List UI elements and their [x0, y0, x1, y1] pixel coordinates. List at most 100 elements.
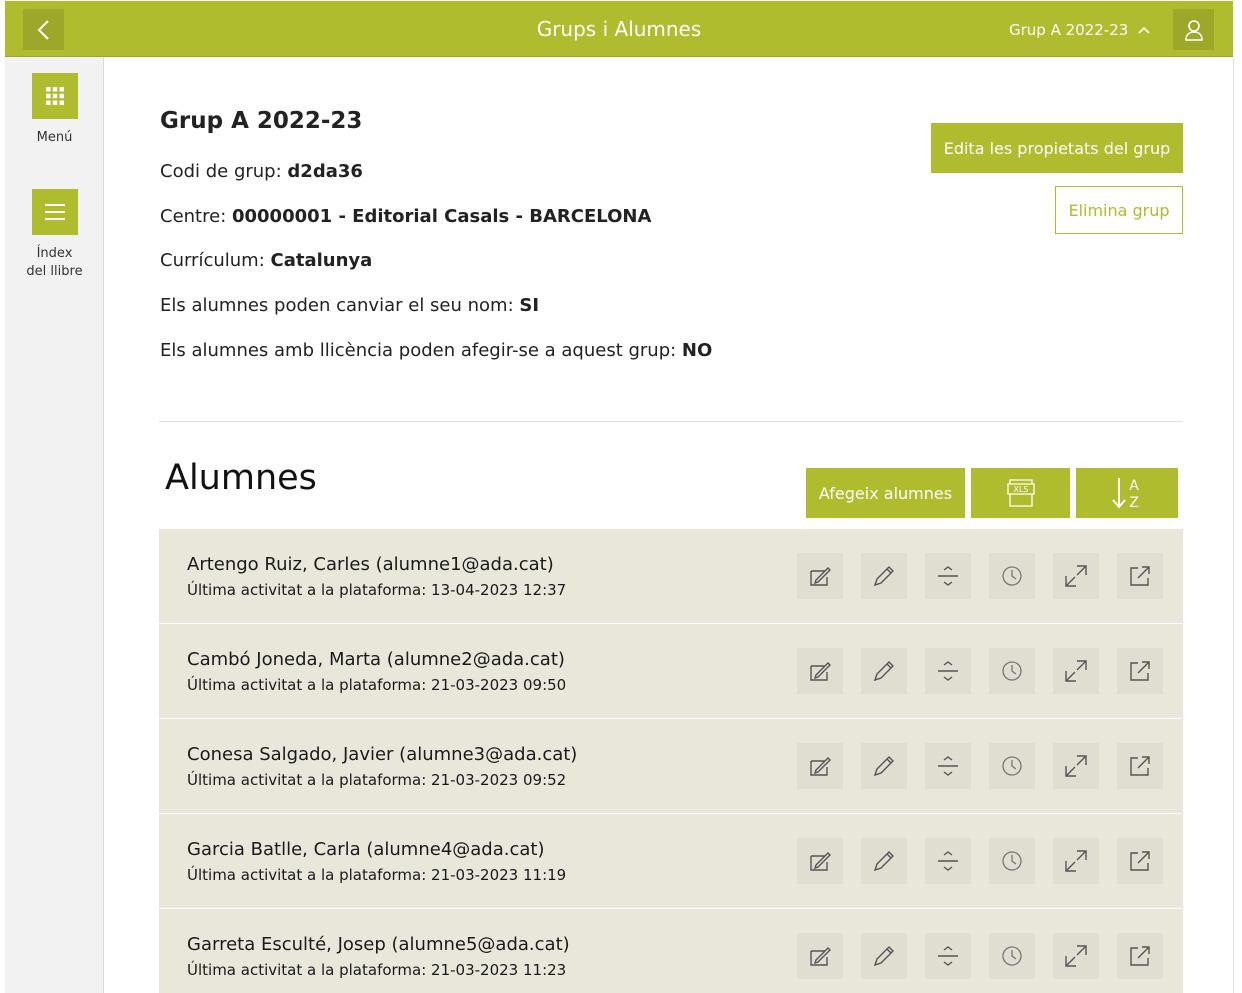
external-link-icon — [1130, 851, 1150, 871]
edit-form-icon — [810, 757, 831, 776]
delete-group-button[interactable]: Elimina grup — [1055, 186, 1183, 234]
open-external-button[interactable] — [1117, 648, 1163, 694]
group-selector[interactable]: Grup A 2022-23 — [1009, 21, 1150, 39]
group-rename-label: Els alumnes poden canviar el seu nom: — [160, 295, 520, 316]
open-external-button[interactable] — [1117, 743, 1163, 789]
edit-group-button[interactable]: Edita les propietats del grup — [931, 123, 1183, 173]
edit-form-button[interactable] — [797, 553, 843, 599]
student-row: Garcia Batlle, Carla (alumne4@ada.cat) Ú… — [159, 814, 1183, 909]
history-button[interactable] — [989, 933, 1035, 979]
add-students-button[interactable]: Afegeix alumnes — [806, 468, 965, 518]
xls-label: XLS — [1013, 485, 1028, 494]
move-arrow-icon — [1065, 565, 1087, 587]
pencil-icon — [873, 756, 894, 777]
rename-button[interactable] — [861, 553, 907, 599]
sidebar-index-button[interactable] — [31, 189, 78, 235]
student-actions — [797, 553, 1163, 599]
sort-az-icon: A Z — [1112, 478, 1139, 511]
group-rename-row: Els alumnes poden canviar el seu nom: SI — [160, 295, 539, 316]
group-selector-label: Grup A 2022-23 — [1009, 21, 1129, 39]
clock-icon — [1002, 661, 1022, 681]
external-link-icon — [1130, 566, 1150, 586]
edit-form-button[interactable] — [797, 743, 843, 789]
expand-collapse-button[interactable] — [925, 648, 971, 694]
student-actions — [797, 838, 1163, 884]
sidebar-menu-button[interactable] — [31, 73, 78, 119]
clock-icon — [1002, 946, 1022, 966]
sidebar-item-book-index[interactable]: Índex del llibre — [5, 189, 104, 281]
move-student-button[interactable] — [1053, 933, 1099, 979]
move-student-button[interactable] — [1053, 838, 1099, 884]
expand-collapse-button[interactable] — [925, 743, 971, 789]
pencil-icon — [873, 566, 894, 587]
clock-icon — [1002, 566, 1022, 586]
history-button[interactable] — [989, 743, 1035, 789]
student-actions — [797, 648, 1163, 694]
user-icon — [1184, 19, 1203, 41]
students-list: Artengo Ruiz, Carles (alumne1@ada.cat) Ú… — [159, 529, 1183, 993]
pencil-icon — [873, 851, 894, 872]
pencil-icon — [873, 946, 894, 967]
student-last-activity: Última activitat a la plataforma: 21-03-… — [187, 961, 567, 979]
open-external-button[interactable] — [1117, 553, 1163, 599]
external-link-icon — [1130, 756, 1150, 776]
group-code-value: d2da36 — [287, 161, 363, 182]
open-external-button[interactable] — [1117, 838, 1163, 884]
section-divider — [159, 421, 1183, 422]
move-student-button[interactable] — [1053, 553, 1099, 599]
edit-form-button[interactable] — [797, 648, 843, 694]
expand-collapse-icon — [938, 661, 958, 681]
edit-form-button[interactable] — [797, 933, 843, 979]
sort-alphabetical-button[interactable]: A Z — [1076, 468, 1178, 518]
group-centre-row: Centre: 00000001 - Editorial Casals - BA… — [160, 206, 651, 227]
external-link-icon — [1130, 946, 1150, 966]
expand-collapse-button[interactable] — [925, 553, 971, 599]
user-button[interactable] — [1173, 9, 1214, 50]
rename-button[interactable] — [861, 648, 907, 694]
group-join-row: Els alumnes amb llicència poden afegir-s… — [160, 340, 712, 361]
student-last-activity: Última activitat a la plataforma: 13-04-… — [187, 581, 567, 599]
history-button[interactable] — [989, 648, 1035, 694]
student-last-activity: Última activitat a la plataforma: 21-03-… — [187, 771, 567, 789]
student-row: Conesa Salgado, Javier (alumne3@ada.cat)… — [159, 719, 1183, 814]
move-student-button[interactable] — [1053, 648, 1099, 694]
export-xls-button[interactable]: XLS — [971, 468, 1070, 518]
history-button[interactable] — [989, 838, 1035, 884]
edit-form-icon — [810, 662, 831, 681]
grid-icon — [45, 87, 64, 105]
student-row: Garreta Esculté, Josep (alumne5@ada.cat)… — [159, 909, 1183, 993]
group-join-label: Els alumnes amb llicència poden afegir-s… — [160, 340, 682, 361]
rename-button[interactable] — [861, 933, 907, 979]
expand-collapse-button[interactable] — [925, 933, 971, 979]
student-row: Cambó Joneda, Marta (alumne2@ada.cat) Úl… — [159, 624, 1183, 719]
expand-collapse-icon — [938, 566, 958, 586]
sidebar-label-line1: Índex — [36, 246, 73, 261]
edit-form-icon — [810, 567, 831, 586]
group-curriculum-value: Catalunya — [270, 250, 373, 271]
edit-form-button[interactable] — [797, 838, 843, 884]
history-button[interactable] — [989, 553, 1035, 599]
student-row: Artengo Ruiz, Carles (alumne1@ada.cat) Ú… — [159, 529, 1183, 624]
expand-collapse-button[interactable] — [925, 838, 971, 884]
rename-button[interactable] — [861, 743, 907, 789]
edit-form-icon — [810, 852, 831, 871]
clock-icon — [1002, 851, 1022, 871]
content-right-border — [1233, 57, 1234, 993]
move-arrow-icon — [1065, 850, 1087, 872]
group-title: Grup A 2022-23 — [160, 108, 363, 134]
rename-button[interactable] — [861, 838, 907, 884]
sort-label-z: Z — [1129, 495, 1139, 511]
xls-file-icon: XLS — [1006, 479, 1035, 507]
sidebar-item-menu[interactable]: Menú — [5, 73, 104, 147]
group-code-row: Codi de grup: d2da36 — [160, 161, 363, 182]
move-student-button[interactable] — [1053, 743, 1099, 789]
student-actions — [797, 933, 1163, 979]
move-arrow-icon — [1065, 660, 1087, 682]
group-centre-value: 00000001 - Editorial Casals - BARCELONA — [231, 206, 652, 227]
student-last-activity: Última activitat a la plataforma: 21-03-… — [187, 676, 567, 694]
move-arrow-icon — [1065, 755, 1087, 777]
expand-collapse-icon — [938, 946, 958, 966]
student-name: Garreta Esculté, Josep (alumne5@ada.cat) — [187, 934, 570, 955]
open-external-button[interactable] — [1117, 933, 1163, 979]
list-icon — [44, 204, 65, 220]
